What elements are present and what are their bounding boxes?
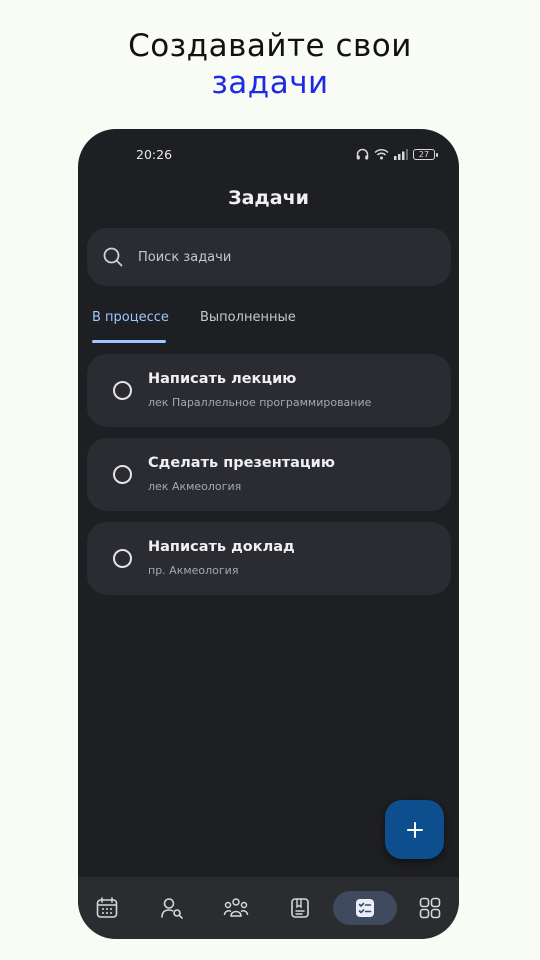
book-icon — [291, 898, 309, 918]
person-search-icon — [161, 898, 183, 919]
signal-icon — [394, 148, 408, 160]
groups-icon — [223, 898, 249, 917]
nav-groups[interactable] — [204, 891, 268, 925]
apps-grid-icon — [419, 897, 441, 919]
search-icon — [103, 247, 123, 267]
promo-headline: Создавайте свои задачи — [0, 28, 540, 102]
task-card[interactable]: Написать лекцию лек Параллельное програм… — [87, 354, 451, 427]
task-title: Написать лекцию — [148, 371, 297, 387]
nav-tasks[interactable] — [333, 891, 397, 925]
nav-calendar[interactable] — [78, 891, 139, 925]
status-time: 20:26 — [136, 147, 173, 162]
nav-person-search[interactable] — [140, 891, 204, 925]
task-subtitle: лек Акмеология — [148, 480, 242, 493]
nav-apps[interactable] — [398, 891, 459, 925]
battery-level: 27 — [418, 149, 430, 159]
tab-active-indicator — [92, 340, 166, 343]
status-icons: 27 — [356, 148, 438, 160]
battery-icon: 27 — [413, 148, 438, 160]
task-card[interactable]: Написать доклад пр. Акмеология — [87, 522, 451, 595]
phone-screen: 20:26 27 Задачи Поиск задачи В процессе … — [78, 129, 459, 939]
task-checkbox[interactable] — [113, 549, 132, 568]
status-bar: 20:26 27 — [78, 147, 459, 163]
tab-bar: В процессе Выполненные — [78, 309, 459, 345]
task-checkbox[interactable] — [113, 381, 132, 400]
plus-icon — [406, 821, 423, 838]
search-placeholder: Поиск задачи — [138, 249, 232, 265]
task-title: Сделать презентацию — [148, 455, 335, 471]
task-card[interactable]: Сделать презентацию лек Акмеология — [87, 438, 451, 511]
tab-completed[interactable]: Выполненные — [200, 310, 296, 325]
bottom-navigation — [78, 877, 459, 939]
nav-book[interactable] — [268, 891, 332, 925]
checklist-icon — [356, 899, 374, 917]
promo-headline-accent: задачи — [211, 65, 329, 101]
headphones-icon — [356, 148, 369, 160]
task-title: Написать доклад — [148, 539, 295, 555]
task-subtitle: лек Параллельное программирование — [148, 396, 372, 409]
search-input[interactable]: Поиск задачи — [87, 228, 451, 286]
task-subtitle: пр. Акмеология — [148, 564, 239, 577]
promo-headline-line1: Создавайте свои — [128, 28, 412, 64]
task-checkbox[interactable] — [113, 465, 132, 484]
tab-in-progress[interactable]: В процессе — [92, 310, 169, 325]
add-task-button[interactable] — [385, 800, 444, 859]
page-title: Задачи — [228, 187, 309, 209]
calendar-icon — [96, 897, 118, 918]
wifi-icon — [374, 148, 389, 160]
